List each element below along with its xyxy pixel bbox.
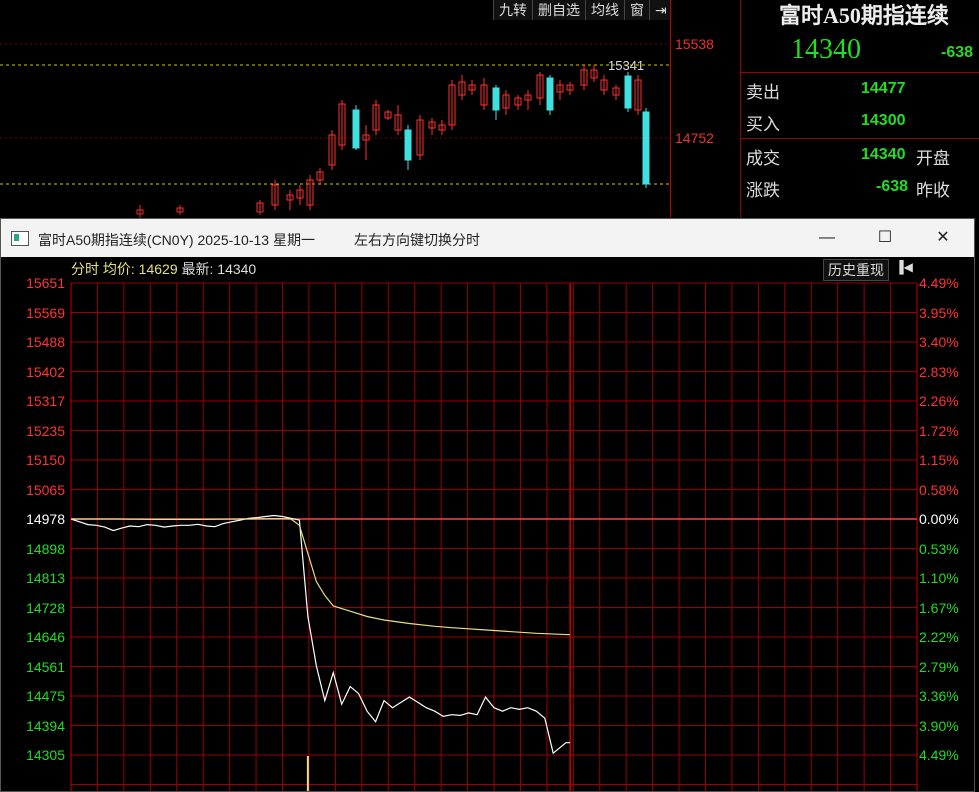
divider	[741, 72, 979, 73]
toolbar-jiuzhuan-button[interactable]: 九转	[493, 0, 532, 20]
prev-close-label: 昨收	[916, 181, 950, 200]
close-icon[interactable]: ✕	[914, 219, 972, 257]
kline-candle-body	[404, 129, 412, 161]
ask-price: 14477	[861, 80, 906, 97]
quote-panel: 富时A50期指连续 14340 -638 卖出 14477 买入 14300 成…	[740, 0, 979, 220]
bid-price: 14300	[861, 112, 906, 129]
quote-row-label: 买入	[746, 115, 780, 134]
instrument-title: 富时A50期指连续	[779, 3, 949, 28]
toolbar-delete-watchlist-button[interactable]: 删自选	[532, 0, 585, 20]
app-icon	[11, 231, 29, 246]
open-label: 开盘	[916, 149, 950, 168]
intraday-chart-area[interactable]: 分时 均价: 14629 最新: 14340 历史重现 ▐◀ 15651 4.49…	[1, 257, 974, 791]
kline-chart[interactable]	[0, 0, 670, 220]
quote-row-label: 涨跌	[746, 181, 780, 200]
price-line	[70, 514, 571, 755]
kline-price-axis: 15538 14752	[670, 0, 741, 220]
maximize-icon[interactable]: ☐	[856, 219, 914, 257]
toolbar-window-button[interactable]: 窗	[624, 0, 649, 20]
volume-price: 14340	[861, 146, 906, 163]
price-change: -638	[941, 44, 974, 61]
change-value: -638	[876, 178, 909, 195]
toolbar-ma-button[interactable]: 均线	[585, 0, 624, 20]
window-titlebar[interactable]: 富时A50期指连续(CN0Y) 2025-10-13 星期一 左右方向键切换分时…	[1, 219, 974, 257]
kline-axis-label: 15538	[675, 36, 714, 52]
pin-right-icon[interactable]: ⇥	[649, 0, 672, 20]
kline-candle-body	[546, 77, 554, 111]
intraday-popup-window[interactable]: 富时A50期指连续(CN0Y) 2025-10-13 星期一 左右方向键切换分时…	[0, 218, 975, 792]
divider	[741, 138, 979, 139]
avg-price-line	[71, 517, 571, 636]
kline-candle-body	[492, 87, 500, 111]
quote-row-label: 卖出	[746, 83, 780, 102]
window-title: 富时A50期指连续(CN0Y) 2025-10-13 星期一	[38, 232, 315, 248]
intraday-chart[interactable]	[1, 257, 974, 791]
kline-candle-body	[642, 111, 650, 185]
kline-chart-panel[interactable]: 九转 删自选 均线 窗 ⇥ 15341 15538 14752	[0, 0, 740, 220]
kline-candle-body	[624, 75, 632, 109]
kline-candle-body	[352, 109, 360, 149]
kline-axis-label: 14752	[675, 130, 714, 146]
high-price-marker: 15341	[608, 58, 645, 73]
last-price: 14340	[791, 34, 861, 65]
window-hint: 左右方向键切换分时	[354, 232, 480, 248]
quote-row-label: 成交	[746, 149, 780, 168]
minimize-icon[interactable]: —	[798, 219, 856, 257]
kline-candles	[136, 65, 650, 218]
